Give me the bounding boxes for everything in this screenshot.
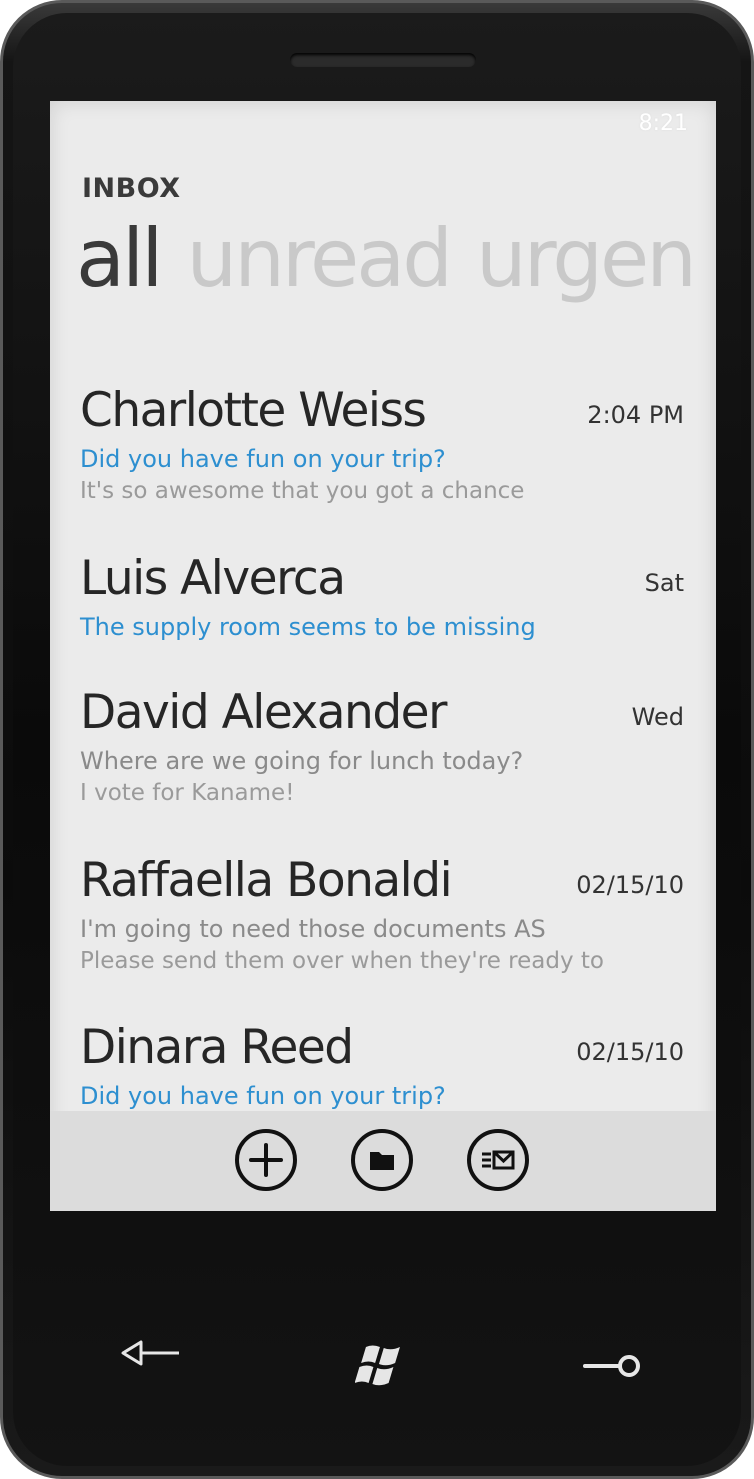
windows-logo-icon — [354, 1345, 400, 1386]
message-sender: David Alexander — [80, 685, 447, 740]
folder-icon — [370, 1152, 394, 1170]
message-subject: I'm going to need those documents AS — [80, 915, 546, 943]
select-mail-icon — [482, 1150, 515, 1170]
message-date: Sat — [644, 569, 684, 597]
back-arrow-icon — [121, 1340, 179, 1366]
application-bar — [50, 1111, 716, 1211]
message-subject: Did you have fun on your trip? — [80, 445, 446, 473]
start-button[interactable] — [354, 1341, 411, 1393]
message-preview: I vote for Kaname! — [80, 780, 295, 806]
message-subject: Did you have fun on your trip? — [80, 1082, 446, 1110]
message-preview: It's so awesome that you got a chance — [80, 478, 525, 504]
message-sender: Luis Alverca — [80, 551, 346, 606]
pivot-item-all[interactable]: all — [76, 212, 164, 305]
message-item[interactable]: Dinara Reed 02/15/10 Did you have fun on… — [80, 1018, 684, 1112]
message-item[interactable]: Luis Alverca Sat The supply room seems t… — [80, 549, 684, 643]
page-title: INBOX — [82, 173, 181, 204]
message-item[interactable]: Raffaella Bonaldi 02/15/10 I'm going to … — [80, 851, 684, 977]
select-messages-button[interactable] — [467, 1129, 529, 1191]
message-date: 2:04 PM — [587, 401, 684, 429]
pivot-item-urgent[interactable]: urgen — [476, 212, 697, 305]
phone-body: 8:21 INBOX all unread urgen Charlotte Weis… — [0, 0, 754, 1479]
folders-button[interactable] — [351, 1129, 413, 1191]
message-date: Wed — [631, 703, 684, 731]
status-time: 8:21 — [638, 111, 688, 136]
pivot-header: all unread urgen — [76, 219, 716, 299]
message-date: 02/15/10 — [576, 1038, 684, 1066]
message-item[interactable]: Charlotte Weiss 2:04 PM Did you have fun… — [80, 381, 684, 507]
message-date: 02/15/10 — [576, 871, 684, 899]
screen: 8:21 INBOX all unread urgen Charlotte Weis… — [50, 101, 716, 1211]
search-button[interactable] — [581, 1348, 645, 1388]
back-button[interactable] — [119, 1333, 183, 1377]
message-item[interactable]: David Alexander Wed Where are we going f… — [80, 683, 684, 809]
message-subject: The supply room seems to be missing — [80, 613, 536, 641]
add-icon — [249, 1143, 283, 1177]
pivot-item-unread[interactable]: unread — [186, 212, 453, 305]
message-preview: Please send them over when they're ready… — [80, 948, 604, 974]
new-message-button[interactable] — [235, 1129, 297, 1191]
message-subject: Where are we going for lunch today? — [80, 747, 524, 775]
search-key-icon — [583, 1355, 640, 1377]
earpiece-speaker — [290, 53, 476, 67]
